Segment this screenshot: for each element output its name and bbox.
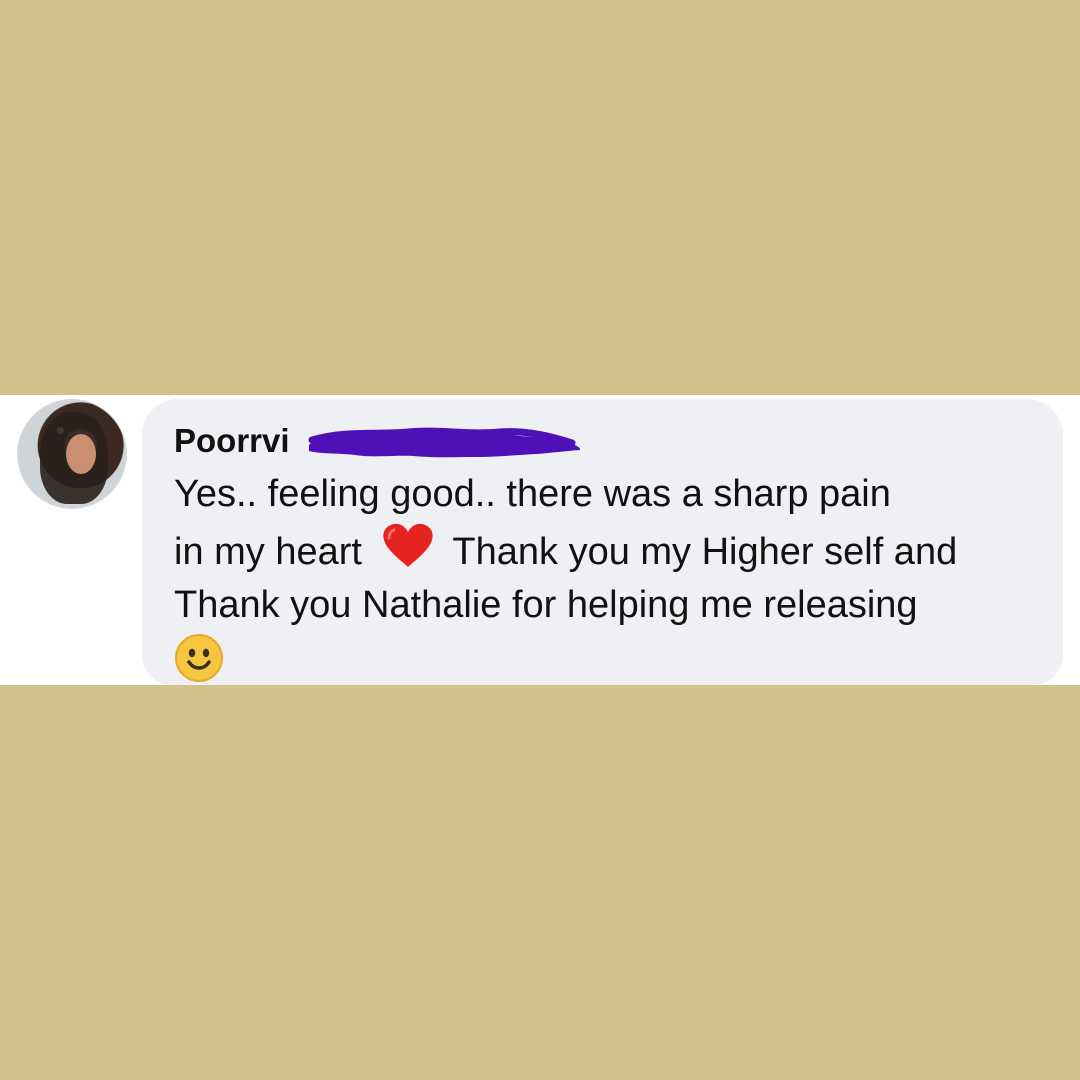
message-line-1: Yes.. feeling good.. there was a sharp p… <box>174 473 891 515</box>
red-heart-icon <box>382 523 433 567</box>
name-redaction-mark <box>308 427 581 458</box>
comment-author[interactable]: Poorrvi <box>174 421 290 461</box>
message-line-2-thanks: Thank you my Higher self and <box>452 530 958 573</box>
message-line-2: in my heart Thank you my Higher self and <box>174 522 1044 580</box>
message-line-4 <box>174 633 1044 693</box>
comment-message: Yes.. feeling good.. there was a sharp p… <box>174 468 1044 692</box>
smiling-face-icon <box>175 633 223 682</box>
avatar[interactable] <box>18 400 126 508</box>
message-line-2-text: in my heart <box>174 530 362 573</box>
message-line-3: Thank you Nathalie for helping me releas… <box>174 584 918 626</box>
